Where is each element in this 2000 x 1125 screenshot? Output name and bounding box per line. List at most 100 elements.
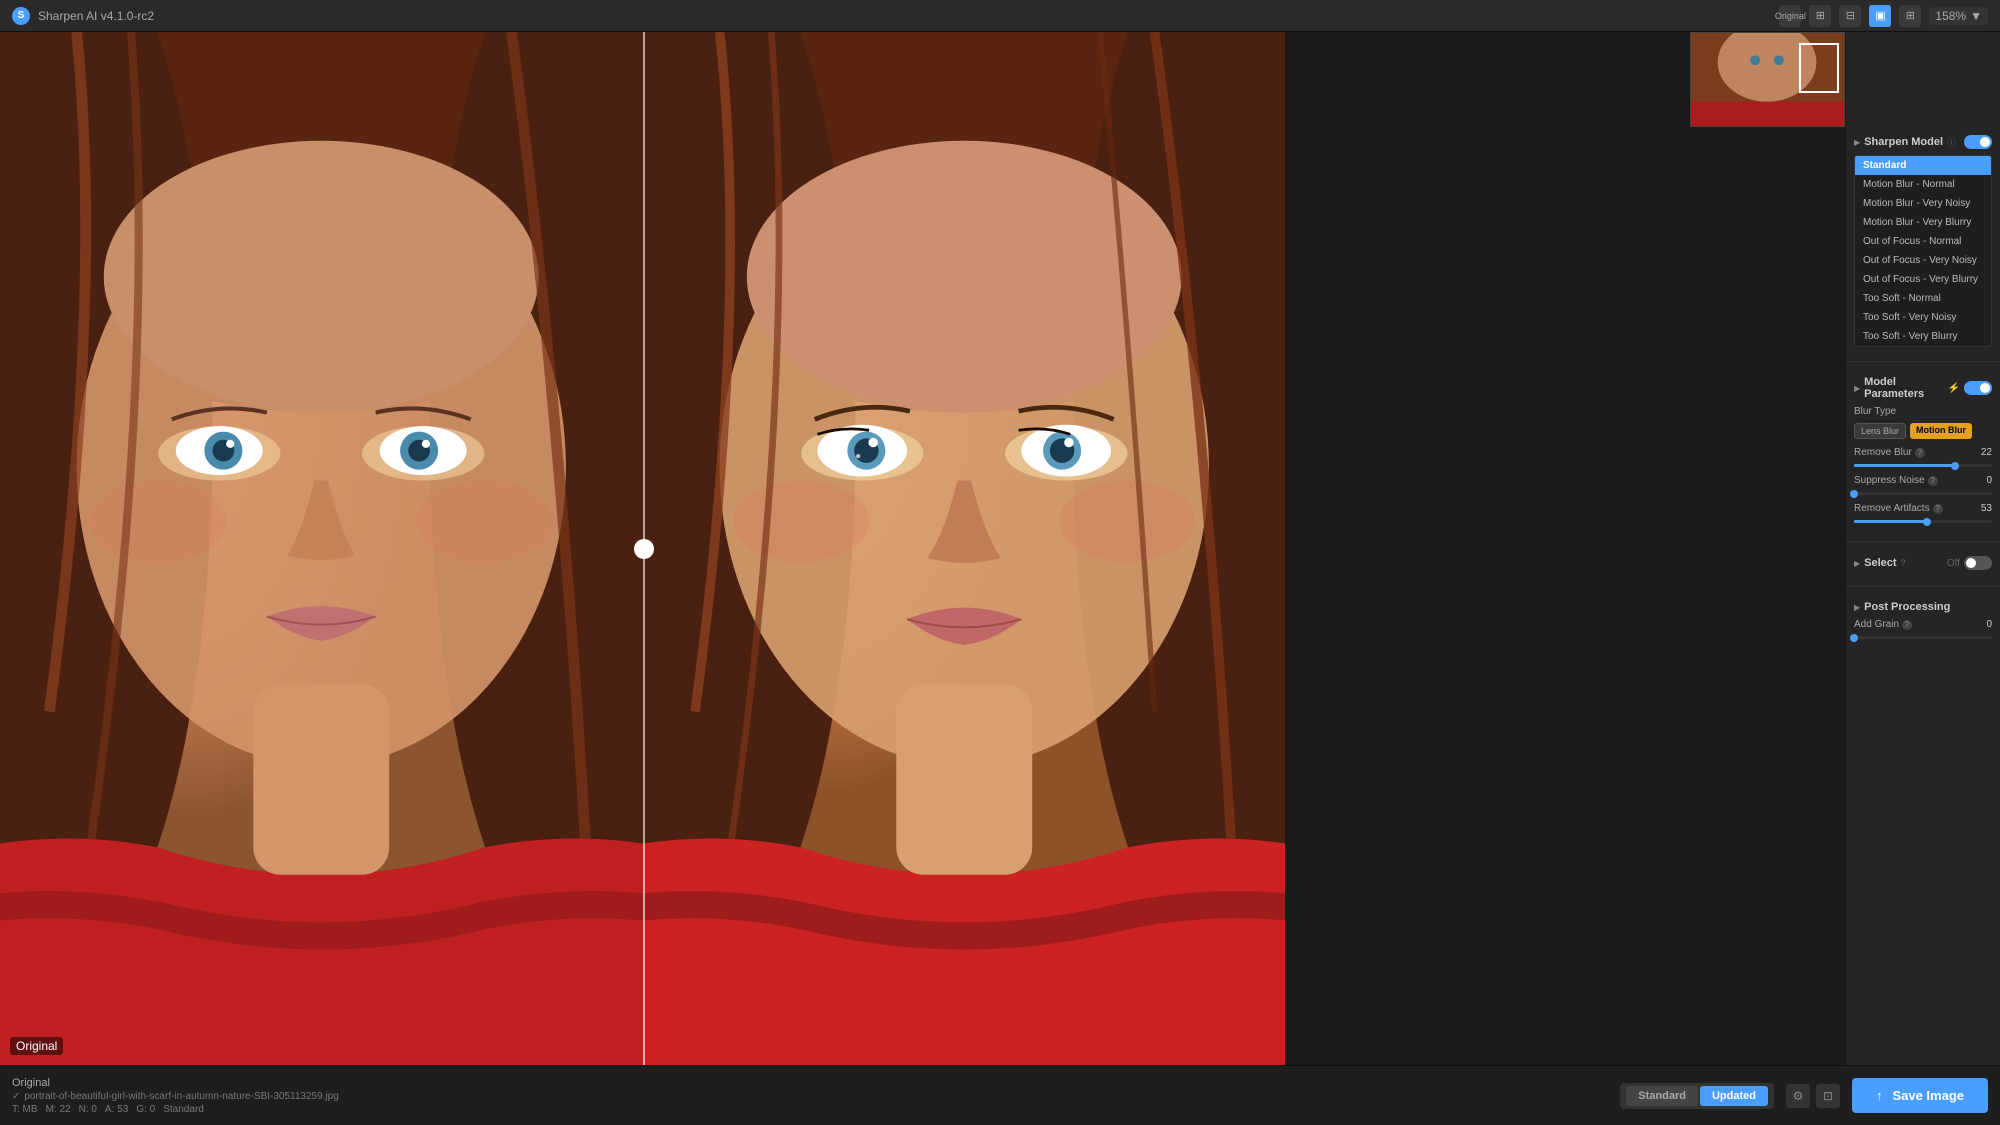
add-grain-slider-thumb[interactable] — [1850, 634, 1858, 642]
save-arrow-icon: ↑ — [1876, 1088, 1883, 1103]
remove-blur-row: Remove Blur ? 22 — [1854, 447, 1992, 458]
select-toggle-row: Off — [1947, 556, 1992, 570]
zoom-label: 158% — [1935, 9, 1966, 23]
meta-m: M: 22 — [46, 1104, 71, 1115]
select-header[interactable]: ▶ Select ? Off — [1854, 556, 1992, 570]
blur-type-label: Blur Type — [1854, 406, 1896, 417]
remove-artifacts-help-icon: ? — [1933, 504, 1943, 514]
remove-artifacts-slider-thumb[interactable] — [1923, 518, 1931, 526]
remove-blur-value: 22 — [1972, 447, 1992, 458]
lightning-icon: ⚡ — [1948, 383, 1960, 394]
remove-blur-slider[interactable] — [1854, 464, 1992, 467]
updated-badge[interactable]: Updated — [1700, 1086, 1768, 1106]
motion-blur-tag[interactable]: Motion Blur — [1910, 423, 1972, 439]
add-grain-slider[interactable] — [1854, 636, 1992, 639]
suppress-noise-help-icon: ? — [1928, 476, 1938, 486]
left-portrait-svg — [0, 32, 643, 1065]
meta-g: G: 0 — [136, 1104, 155, 1115]
lens-blur-tag[interactable]: Lens Blur — [1854, 423, 1906, 439]
split-divider[interactable] — [643, 32, 645, 1065]
suppress-noise-slider-container — [1854, 492, 1992, 495]
process-badges: Standard Updated — [1620, 1083, 1774, 1109]
remove-artifacts-slider[interactable] — [1854, 520, 1992, 523]
model-item-motion-blur-normal[interactable]: Motion Blur - Normal — [1855, 175, 1991, 194]
model-item-motion-blur-very-blurry[interactable]: Motion Blur - Very Blurry — [1855, 213, 1991, 232]
model-parameters-section: ▶ Model Parameters ⚡ Blur Type Lens Blur… — [1846, 368, 2000, 535]
status-meta: T: MB M: 22 N: 0 A: 53 G: 0 Standard — [12, 1104, 1608, 1115]
remove-blur-label: Remove Blur ? — [1854, 447, 1925, 458]
model-dropdown: Standard Motion Blur - Normal Motion Blu… — [1854, 155, 1992, 347]
status-icons: ⚙ ⊡ — [1786, 1084, 1840, 1108]
save-button[interactable]: ↑ Save Image — [1852, 1078, 1988, 1113]
blur-type-row: Blur Type — [1854, 406, 1992, 417]
status-left: Original ✓ portrait-of-beautiful-girl-wi… — [12, 1077, 1608, 1115]
zoom-control[interactable]: 158% ▼ — [1929, 7, 1988, 25]
select-title: Select — [1864, 557, 1896, 569]
app-icon: S — [12, 7, 30, 25]
model-parameters-header[interactable]: ▶ Model Parameters ⚡ — [1854, 376, 1992, 400]
blur-type-tags: Lens Blur Motion Blur — [1854, 423, 1992, 439]
model-item-too-soft-very-blurry[interactable]: Too Soft - Very Blurry — [1855, 327, 1991, 346]
remove-artifacts-slider-container — [1854, 520, 1992, 523]
meta-t: T: MB — [12, 1104, 38, 1115]
add-grain-label: Add Grain ? — [1854, 619, 1912, 630]
meta-n: N: 0 — [79, 1104, 97, 1115]
sharpen-model-header[interactable]: ▶ Sharpen Model ⓘ — [1854, 135, 1992, 149]
zoom-chevron-icon: ▼ — [1970, 9, 1982, 23]
select-off-label: Off — [1947, 558, 1960, 569]
suppress-noise-slider[interactable] — [1854, 492, 1992, 495]
status-compare-icon[interactable]: ⊡ — [1816, 1084, 1840, 1108]
model-params-title: Model Parameters — [1864, 376, 1947, 400]
status-settings-icon[interactable]: ⚙ — [1786, 1084, 1810, 1108]
right-panel: ▶ Sharpen Model ⓘ Standard Motion Blur -… — [1845, 32, 2000, 1065]
thumbnail-preview[interactable] — [1690, 32, 1845, 127]
divider-1 — [1846, 361, 2000, 362]
view-compare-button[interactable]: ▣ — [1869, 5, 1891, 27]
post-processing-header[interactable]: ▶ Post Processing — [1854, 601, 1992, 613]
model-item-too-soft-normal[interactable]: Too Soft - Normal — [1855, 289, 1991, 308]
original-button[interactable]: Original — [1779, 5, 1801, 27]
titlebar: S Sharpen AI v4.1.0-rc2 Original ⊞ ⊟ ▣ ⊞… — [0, 0, 2000, 32]
select-toggle[interactable] — [1964, 556, 1992, 570]
model-item-out-of-focus-normal[interactable]: Out of Focus - Normal — [1855, 232, 1991, 251]
remove-artifacts-value: 53 — [1972, 503, 1992, 514]
model-item-out-of-focus-very-blurry[interactable]: Out of Focus - Very Blurry — [1855, 270, 1991, 289]
toolbar-icons: Original ⊞ ⊟ ▣ ⊞ 158% ▼ — [1779, 5, 1988, 27]
left-image-panel: Original — [0, 32, 643, 1065]
sharpen-model-toggle[interactable] — [1964, 135, 1992, 149]
view-split-button[interactable]: ⊟ — [1839, 5, 1861, 27]
select-info-icon: ? — [1901, 558, 1906, 568]
sharpen-model-info-icon: ⓘ — [1947, 136, 1956, 149]
app-name: Sharpen AI v4.1.0-rc2 — [38, 9, 154, 23]
remove-blur-slider-container — [1854, 464, 1992, 467]
model-item-too-soft-very-noisy[interactable]: Too Soft - Very Noisy — [1855, 308, 1991, 327]
left-image-label: Original — [10, 1037, 63, 1055]
right-portrait-svg — [643, 32, 1286, 1065]
model-item-standard[interactable]: Standard — [1855, 156, 1991, 175]
model-item-motion-blur-very-noisy[interactable]: Motion Blur - Very Noisy — [1855, 194, 1991, 213]
split-handle[interactable] — [634, 539, 654, 559]
standard-badge[interactable]: Standard — [1626, 1086, 1698, 1106]
divider-2 — [1846, 541, 2000, 542]
suppress-noise-row: Suppress Noise ? 0 — [1854, 475, 1992, 486]
meta-model: Standard — [163, 1104, 204, 1115]
main-image-area: Original — [0, 32, 1285, 1065]
model-params-title-row: ▶ Model Parameters — [1854, 376, 1948, 400]
view-grid-button[interactable]: ⊞ — [1899, 5, 1921, 27]
sharpen-model-section: ▶ Sharpen Model ⓘ Standard Motion Blur -… — [1846, 127, 2000, 355]
remove-artifacts-label: Remove Artifacts ? — [1854, 503, 1943, 514]
divider-3 — [1846, 586, 2000, 587]
save-label: Save Image — [1892, 1088, 1964, 1103]
remove-artifacts-slider-fill — [1854, 520, 1927, 523]
model-params-toggle[interactable] — [1964, 381, 1992, 395]
model-item-out-of-focus-very-noisy[interactable]: Out of Focus - Very Noisy — [1855, 251, 1991, 270]
meta-a: A: 53 — [105, 1104, 128, 1115]
suppress-noise-slider-thumb[interactable] — [1850, 490, 1858, 498]
filename-text: portrait-of-beautiful-girl-with-scarf-in… — [24, 1091, 338, 1102]
right-image-panel — [643, 32, 1286, 1065]
remove-blur-slider-thumb[interactable] — [1951, 462, 1959, 470]
image-container: Original — [0, 32, 1285, 1065]
add-grain-value: 0 — [1972, 619, 1992, 630]
post-proc-title: Post Processing — [1864, 601, 1950, 613]
view-single-button[interactable]: ⊞ — [1809, 5, 1831, 27]
